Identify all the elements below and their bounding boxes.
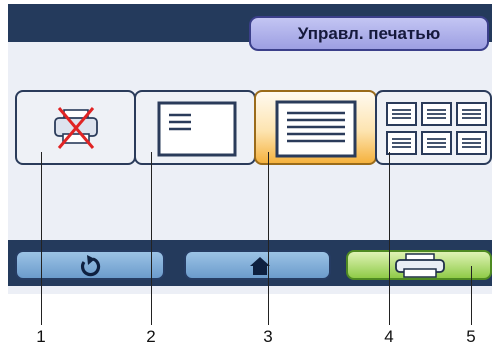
single-page-large-icon: [275, 100, 357, 158]
back-arrow-icon: [80, 255, 101, 277]
tile-printer-disabled[interactable]: [15, 90, 136, 165]
tile-single-page-large[interactable]: [254, 90, 377, 165]
back-button[interactable]: [15, 250, 165, 280]
callout-line-4: [389, 152, 390, 325]
screen-title: Управл. печатью: [249, 16, 489, 51]
tile-multi-page[interactable]: [375, 90, 492, 165]
callout-line-3: [268, 152, 269, 325]
single-page-small-icon: [157, 101, 237, 157]
callout-number-2: 2: [146, 327, 156, 346]
callout-number-3: 3: [263, 327, 273, 346]
tile-single-page[interactable]: [134, 90, 256, 165]
multi-page-grid-icon: [386, 102, 487, 155]
home-button[interactable]: [184, 250, 331, 280]
callout-number-4: 4: [384, 327, 394, 346]
callout-number-1: 1: [36, 327, 46, 346]
callout-line-2: [151, 152, 152, 325]
callout-line-5: [471, 266, 472, 325]
callout-line-1: [41, 152, 42, 325]
printer-disabled-icon: [54, 107, 98, 149]
printer-icon: [395, 253, 445, 278]
device-screen: Управл. печатью: [8, 4, 492, 294]
callout-number-5: 5: [466, 327, 476, 346]
